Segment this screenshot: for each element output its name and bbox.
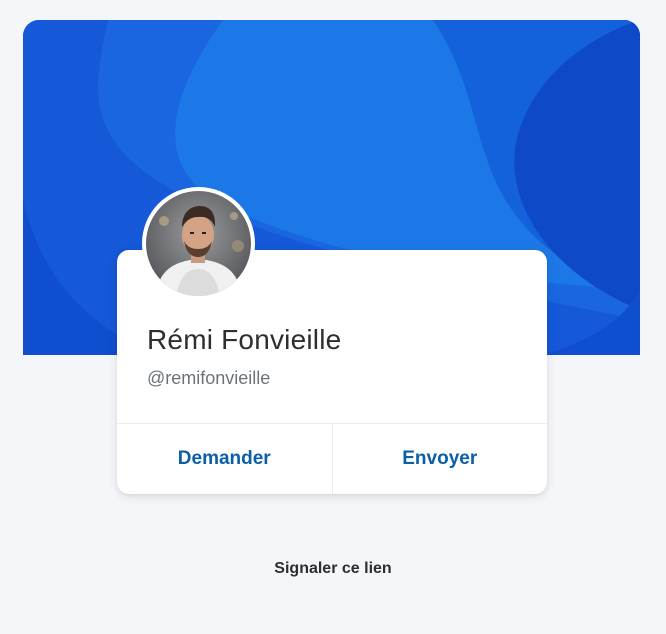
send-button[interactable]: Envoyer [331, 424, 548, 494]
profile-photo-icon [146, 191, 251, 296]
report-link[interactable]: Signaler ce lien [0, 560, 666, 578]
action-bar: Demander Envoyer [117, 423, 547, 494]
profile-name: Rémi Fonvieille [147, 324, 342, 355]
request-button[interactable]: Demander [117, 424, 332, 494]
profile-handle: @remifonvieille [147, 368, 271, 388]
avatar [142, 187, 255, 300]
page: Rémi Fonvieille @remifonvieille Demander… [0, 0, 666, 634]
